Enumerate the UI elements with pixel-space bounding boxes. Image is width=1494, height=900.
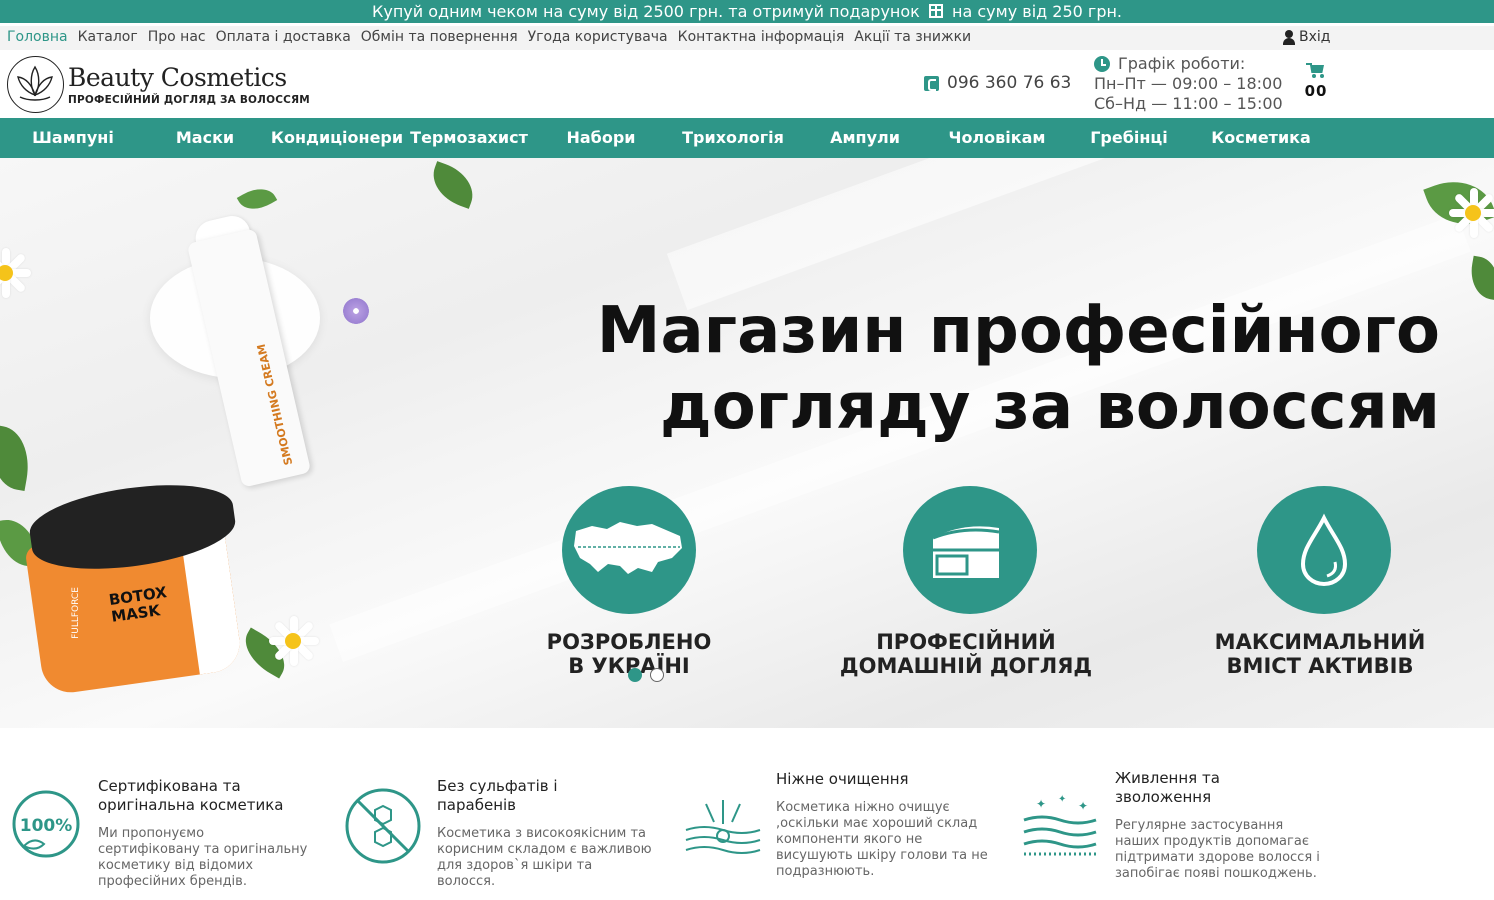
menu-item-men[interactable]: Чоловікам [949, 128, 1046, 147]
login-link[interactable]: Вхід [1282, 29, 1330, 45]
moisturizing-icon: ✦ ✦ ✦ [1022, 790, 1097, 860]
top-links-bar: Головна Каталог Про нас Оплата і доставк… [0, 26, 1494, 50]
top-nav-contacts[interactable]: Контактна інформація [678, 29, 845, 45]
menu-item-ampoules[interactable]: Ампули [830, 128, 900, 147]
benefits-section: 100% Сертифікована та оригінальна космет… [0, 728, 1494, 900]
slider-dot-2[interactable] [650, 668, 664, 682]
feature-max-actives: МАКСИМАЛЬНИЙ ВМІСТ АКТИВІВ [1215, 630, 1426, 678]
leaf-decoration [0, 424, 35, 492]
cart-button[interactable]: 00 [1304, 62, 1328, 100]
benefit-text-nourishing: Регулярне застосування наших продуктів д… [1115, 818, 1320, 881]
user-icon [1282, 29, 1296, 45]
hero-title: Магазин професійного догляду за волоссям [440, 293, 1440, 445]
top-nav-user-agreement[interactable]: Угода користувача [528, 29, 668, 45]
header: Beauty Cosmetics ПРОФЕСІЙНИЙ ДОГЛЯД ЗА В… [0, 50, 1494, 118]
work-schedule: Графік роботи: Пн–Пт — 09:00 – 18:00 Сб–… [1094, 54, 1283, 114]
benefit-title-certified: Сертифікована та оригінальна косметика [98, 777, 284, 814]
slider-dots [628, 668, 664, 682]
daisy-decoration [0, 248, 31, 298]
jar-brand: FULLFORCE [70, 587, 81, 639]
benefit-title-no-sulfates: Без сульфатів і парабенів [437, 777, 558, 814]
logo-title: Beauty Cosmetics [68, 62, 287, 92]
logo-subtitle: ПРОФЕСІЙНИЙ ДОГЛЯД ЗА ВОЛОССЯМ [68, 93, 310, 106]
certified-100-icon: 100% [10, 788, 80, 858]
feature-label-line2: ДОМАШНІЙ ДОГЛЯД [839, 654, 1093, 678]
benefit-text-gentle-cleansing: Косметика ніжно очищує ,оскільки має хор… [776, 800, 988, 879]
feature-label-line1: ПРОФЕСІЙНИЙ [876, 630, 1056, 654]
hero-banner[interactable]: SMOOTHING CREAM FULLFORCE BOTOX MASK Маг… [0, 158, 1494, 728]
feature-label-line2: ВМІСТ АКТИВІВ [1226, 654, 1414, 678]
login-label: Вхід [1299, 29, 1331, 45]
daisy-decoration [268, 616, 319, 666]
hero-title-line1: Магазин професійного [596, 294, 1440, 368]
menu-item-combs[interactable]: Гребінці [1090, 128, 1168, 147]
feature-label-line1: МАКСИМАЛЬНИЙ [1214, 630, 1426, 654]
slider-dot-1[interactable] [628, 668, 642, 682]
cart-icon [1306, 62, 1326, 78]
top-nav-payment-delivery[interactable]: Оплата і доставка [216, 29, 351, 45]
feature-professional-care: ПРОФЕСІЙНИЙ ДОМАШНІЙ ДОГЛЯД [840, 630, 1092, 678]
clock-icon [1094, 56, 1110, 72]
menu-item-heat-protection[interactable]: Термозахист [410, 128, 528, 147]
schedule-weekdays: Пн–Пт — 09:00 – 18:00 [1094, 74, 1283, 93]
promo-bar: Купуй одним чеком на суму від 2500 грн. … [0, 0, 1494, 23]
phone-link[interactable]: 096 360 76 63 [924, 73, 1071, 93]
flower-decoration [343, 298, 369, 324]
lotus-logo-icon [7, 56, 64, 113]
no-chemicals-icon [345, 788, 421, 864]
top-nav-promotions[interactable]: Акції та знижки [854, 29, 971, 45]
top-nav-returns[interactable]: Обмін та повернення [361, 29, 518, 45]
menu-item-sets[interactable]: Набори [566, 128, 635, 147]
leaf-decoration [425, 161, 481, 209]
cart-count: 00 [1304, 82, 1328, 100]
botox-mask-jar: FULLFORCE BOTOX MASK [24, 474, 244, 697]
menu-item-conditioners[interactable]: Кондиціонери [271, 128, 403, 147]
schedule-weekend: Сб–Нд — 11:00 – 15:00 [1094, 94, 1283, 113]
menu-item-shampoos[interactable]: Шампуні [32, 128, 114, 147]
hero-title-line2: догляду за волоссям [660, 370, 1440, 444]
phone-number: 096 360 76 63 [947, 73, 1072, 93]
daisy-decoration [1448, 188, 1494, 238]
ukraine-map-icon [562, 486, 696, 614]
svg-text:✦: ✦ [1078, 799, 1088, 813]
benefit-text-no-sulfates: Косметика з високоякісним та корисним ск… [437, 826, 652, 889]
logo[interactable]: Beauty Cosmetics ПРОФЕСІЙНИЙ ДОГЛЯД ЗА В… [7, 56, 310, 113]
promo-text-end: на суму від 250 грн. [952, 2, 1123, 21]
cream-jar-icon [903, 486, 1037, 614]
top-nav: Головна Каталог Про нас Оплата і доставк… [7, 29, 971, 45]
benefit-title-nourishing: Живлення та зволоження [1115, 769, 1220, 806]
top-nav-home[interactable]: Головна [7, 29, 68, 45]
menu-item-masks[interactable]: Маски [176, 128, 234, 147]
gentle-cleansing-icon [684, 794, 761, 864]
promo-text: Купуй одним чеком на суму від 2500 грн. … [371, 2, 920, 21]
svg-text:✦: ✦ [1058, 794, 1066, 805]
svg-text:✦: ✦ [1036, 797, 1046, 811]
certified-badge-text: 100% [20, 816, 73, 836]
leaf-decoration [236, 180, 278, 218]
feature-label-line1: РОЗРОБЛЕНО [546, 630, 712, 654]
top-nav-about[interactable]: Про нас [148, 29, 206, 45]
benefit-text-certified: Ми пропонуємо сертифіковану та оригіналь… [98, 826, 308, 889]
benefit-title-gentle-cleansing: Ніжне очищення [776, 770, 909, 788]
menu-item-trichology[interactable]: Трихологія [682, 128, 784, 147]
menu-item-cosmetics[interactable]: Косметика [1211, 128, 1311, 147]
gift-icon [928, 4, 943, 18]
schedule-title: Графік роботи: [1118, 54, 1246, 73]
main-menu: Шампуні Маски Кондиціонери Термозахист Н… [0, 118, 1494, 158]
phone-icon [924, 75, 939, 91]
drop-icon [1257, 486, 1391, 614]
top-nav-catalog[interactable]: Каталог [78, 29, 138, 45]
leaf-decoration [1466, 255, 1494, 301]
